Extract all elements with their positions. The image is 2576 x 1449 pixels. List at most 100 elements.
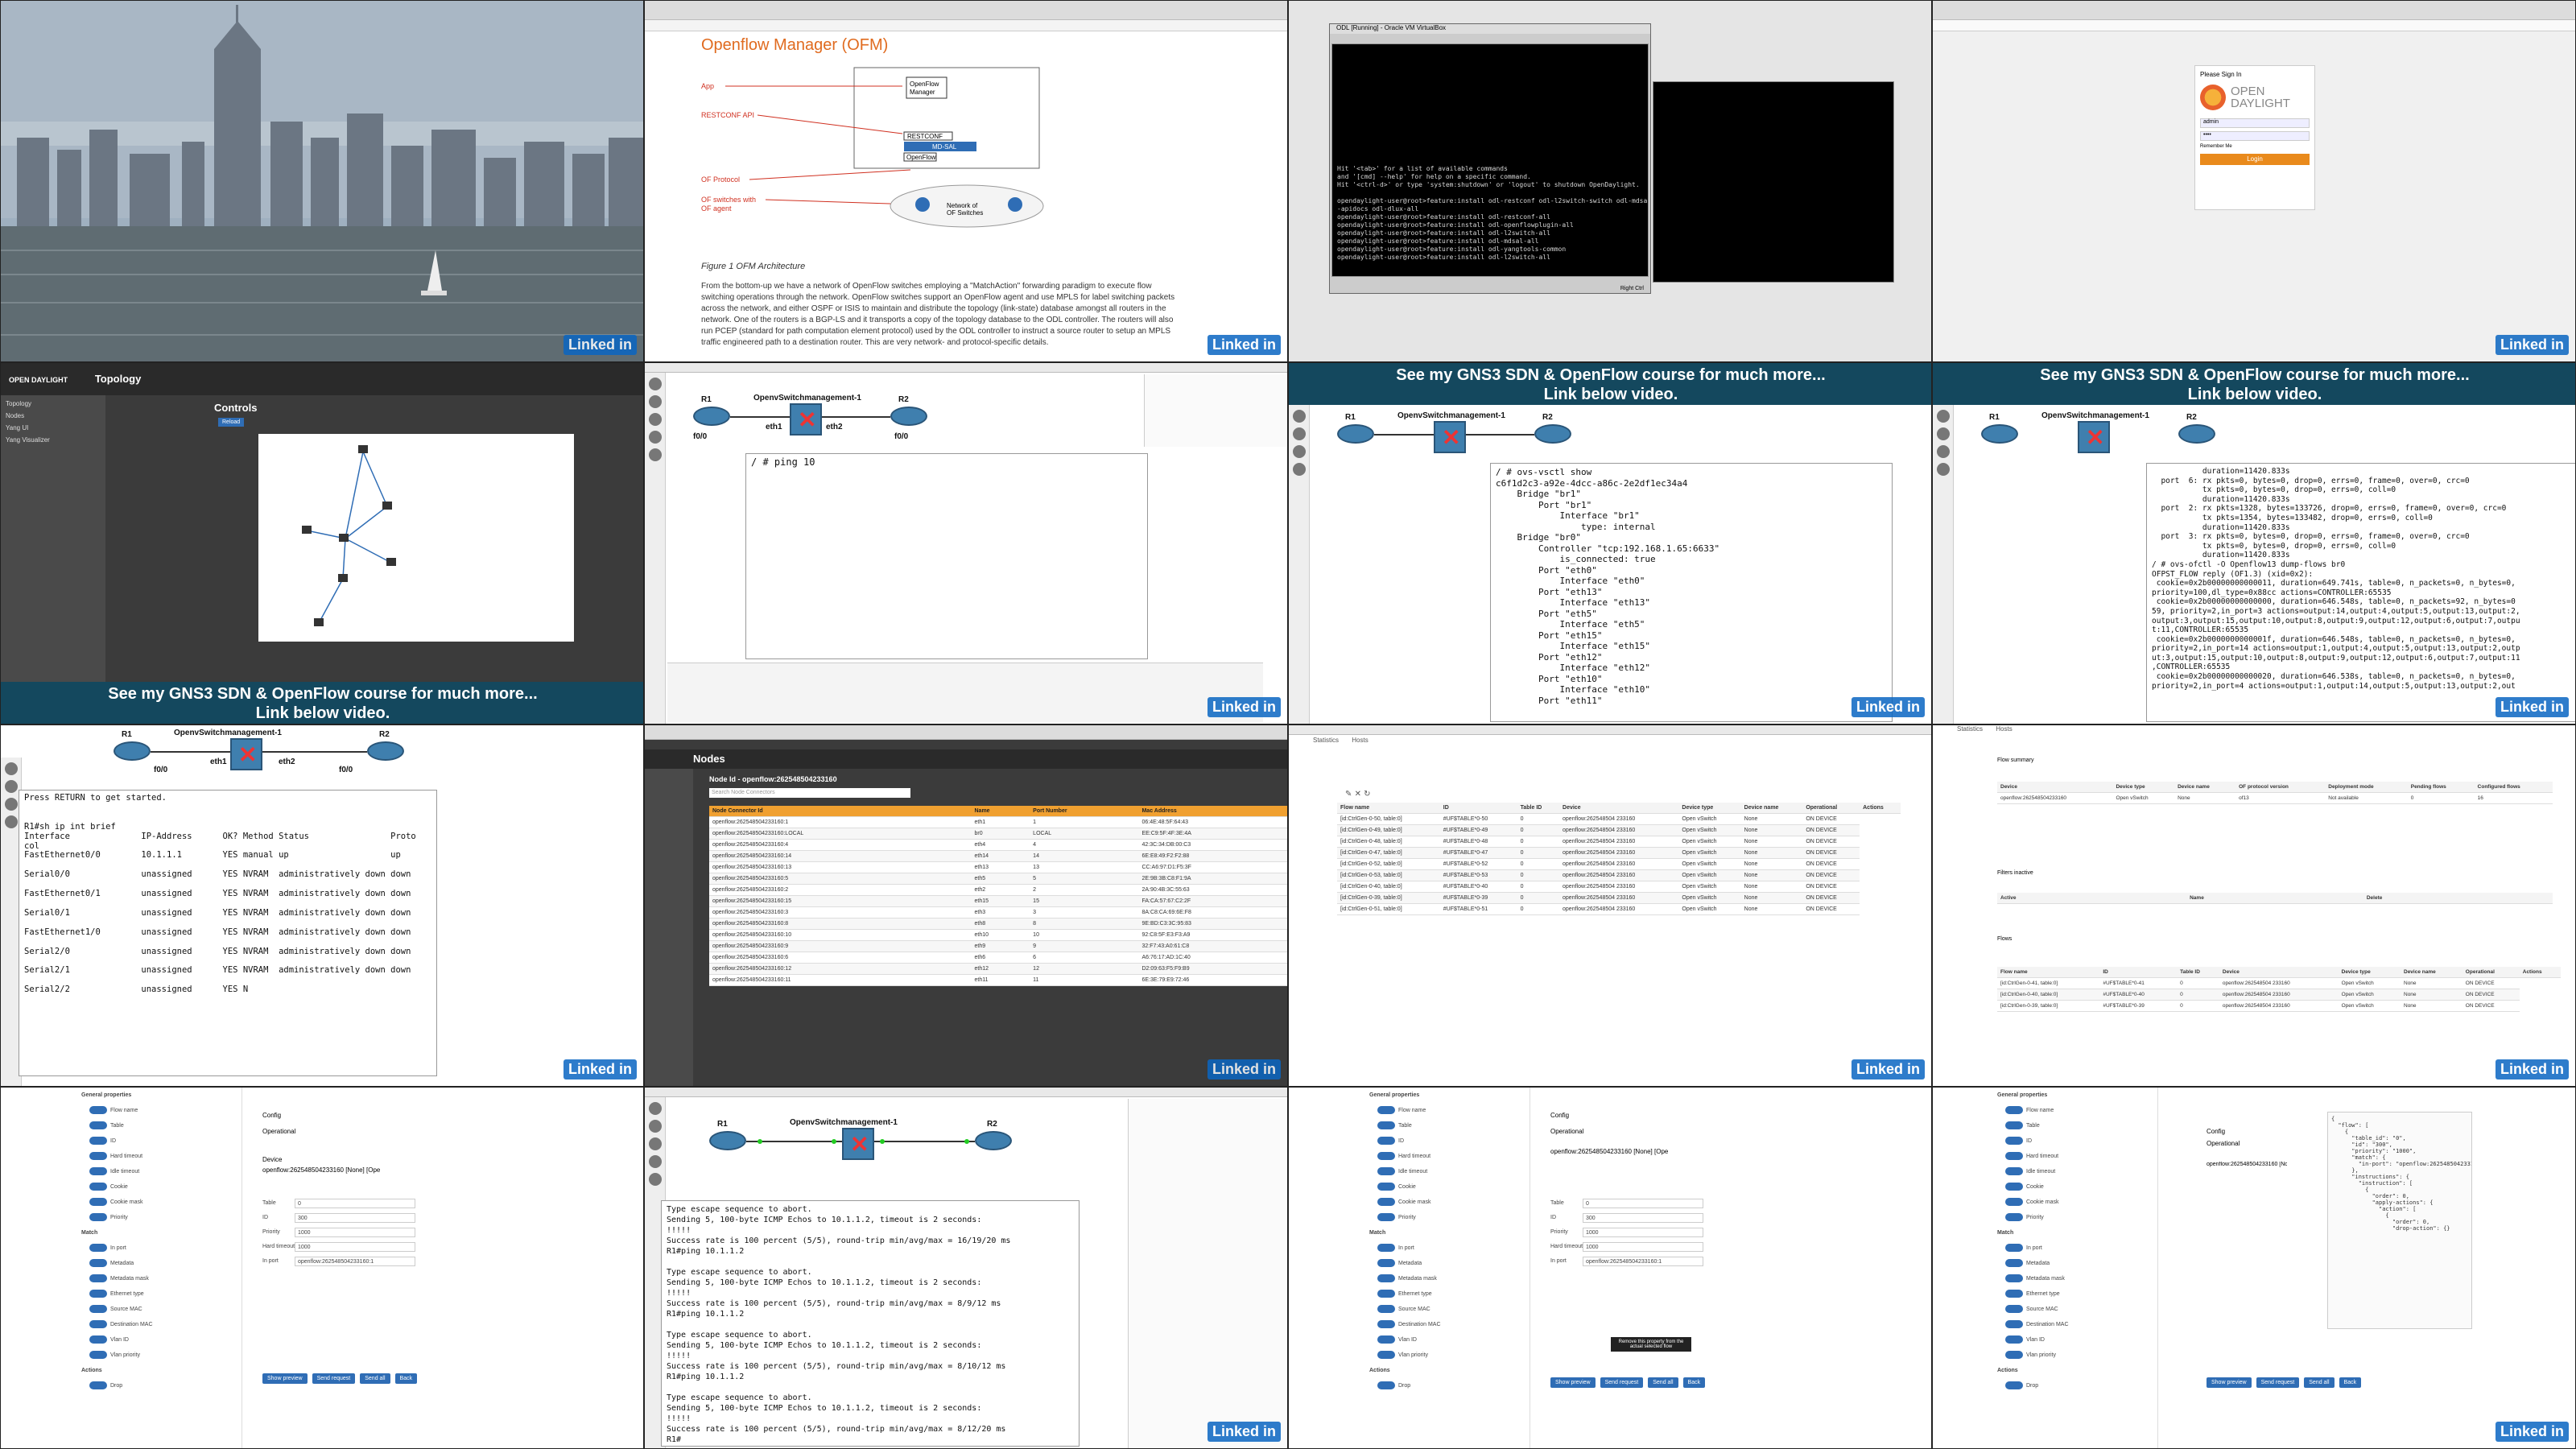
form-button[interactable]: Send all [360,1373,390,1384]
field-input[interactable]: openflow:262548504233160:1 [1583,1257,1703,1266]
column-header[interactable]: Operational [1802,803,1860,814]
property-toggle[interactable] [89,1351,107,1360]
column-header[interactable]: Device name [2401,967,2462,978]
column-header[interactable]: Port Number [1030,806,1139,817]
property-toggle[interactable] [89,1106,107,1115]
property-toggle[interactable] [2005,1305,2023,1314]
topology-nav[interactable]: Topology [95,373,142,385]
switch-console-flows[interactable]: duration=11420.833s port 6: rx pkts=0, b… [2146,463,2575,722]
column-header[interactable]: Node Connector Id [709,806,972,817]
column-header[interactable]: ID [1439,803,1517,814]
column-header[interactable]: Device [2219,967,2339,978]
router-r1[interactable] [114,741,151,761]
field-input[interactable]: 300 [1583,1213,1703,1223]
column-header[interactable]: Device type [2338,967,2401,978]
property-toggle[interactable] [1377,1244,1395,1253]
flow-row[interactable]: [id:CtrlGen-0-48, table:0] #UF$TABLE*0-48… [1337,836,1901,848]
router-r1[interactable] [1981,424,2018,444]
column-header[interactable]: Pending flows [2407,782,2475,793]
device-value[interactable]: openflow:262548504233160 [None] [Ope [1550,1148,1668,1155]
node-connector-row[interactable]: openflow:262548504233160:11 eth11 11 6E:3E:… [709,974,1287,986]
node-connector-row[interactable]: openflow:262548504233160:12 eth12 12 D2:09:… [709,963,1287,975]
column-header[interactable]: Flow name [1997,967,2100,978]
column-header[interactable]: Device type [2112,782,2175,793]
property-toggle[interactable] [2005,1198,2023,1207]
property-toggle[interactable] [89,1381,107,1390]
property-toggle[interactable] [1377,1305,1395,1314]
column-header[interactable]: Actions [2519,967,2561,978]
property-toggle[interactable] [89,1198,107,1207]
node-connector-row[interactable]: openflow:262548504233160:1 eth1 1 06:4E:48:… [709,816,1287,828]
column-header[interactable]: Device type [1678,803,1741,814]
form-button[interactable]: Send request [312,1373,356,1384]
column-header[interactable]: Configured flows [2474,782,2553,793]
topology-canvas[interactable] [258,434,574,642]
column-header[interactable]: Table ID [2177,967,2219,978]
property-toggle[interactable] [89,1137,107,1146]
column-header[interactable]: Operational [2462,967,2520,978]
form-button[interactable]: Send request [1600,1377,1644,1388]
password-field[interactable]: •••• [2200,131,2310,141]
field-input[interactable]: 1000 [295,1228,415,1237]
property-toggle[interactable] [2005,1320,2023,1329]
property-toggle[interactable] [89,1320,107,1329]
property-toggle[interactable] [1377,1121,1395,1130]
node-connector-row[interactable]: openflow:262548504233160:8 eth8 8 9E:BD:C3:… [709,918,1287,930]
property-toggle[interactable] [1377,1183,1395,1191]
flow-row[interactable]: [id:CtrlGen-0-51, table:0] #UF$TABLE*0-51… [1337,903,1901,915]
node-connector-row[interactable]: openflow:262548504233160:4 eth4 4 42:3C:34:… [709,839,1287,851]
browser-address-bar[interactable] [1933,20,2575,31]
summary-row[interactable]: openflow:262548504233160 Open vSwitch None… [1997,792,2553,804]
property-toggle[interactable] [89,1167,107,1176]
column-header[interactable]: Mac Address [1138,806,1287,817]
gns3-device-toolbar[interactable] [645,373,666,724]
property-toggle[interactable] [2005,1335,2023,1344]
flow-row[interactable]: [id:CtrlGen-0-40, table:0] #UF$TABLE*0-40… [1337,881,1901,893]
router-r1-ping-console[interactable]: Type escape sequence to abort. Sending 5… [661,1200,1080,1447]
node-connector-row[interactable]: openflow:262548504233160:6 eth6 6 A6:76:17:… [709,952,1287,964]
node-connector-row[interactable]: openflow:262548504233160:15 eth15 15 FA:CA:… [709,895,1287,907]
router-r1[interactable] [693,407,730,426]
ovs-switch[interactable] [790,403,822,436]
odl-karaf-console[interactable]: Hit '<tab>' for a list of available comm… [1331,43,1649,277]
node-connector-row[interactable]: openflow:262548504233160:13 eth13 13 CC:A6:… [709,861,1287,873]
form-button[interactable]: Back [394,1373,418,1384]
node-connector-row[interactable]: openflow:262548504233160:10 eth10 10 92:C8:… [709,929,1287,941]
property-toggle[interactable] [1377,1152,1395,1161]
property-toggle[interactable] [2005,1106,2023,1115]
ovs-switch[interactable] [2078,421,2110,453]
form-button[interactable]: Show preview [2207,1377,2252,1388]
reload-button[interactable]: Reload [218,418,245,427]
column-header[interactable]: Name [971,806,1030,817]
field-input[interactable]: 1000 [1583,1242,1703,1252]
node-connector-row[interactable]: openflow:262548504233160:14 eth14 14 6E:E8:… [709,850,1287,862]
ovs-switch[interactable] [1434,421,1466,453]
property-toggle[interactable] [2005,1213,2023,1222]
property-toggle[interactable] [1377,1274,1395,1283]
property-toggle[interactable] [1377,1320,1395,1329]
sidebar-item-topology[interactable]: Topology [6,400,101,407]
gns3-device-toolbar[interactable] [1289,405,1310,724]
flow-row[interactable]: [id:CtrlGen-0-41, table:0] #UF$TABLE*0-41… [1997,977,2561,989]
device-value[interactable]: openflow:262548504233160 [None] [Ope [2207,1162,2287,1167]
edit-icon[interactable]: ✎ [1345,790,1352,799]
property-toggle[interactable] [1377,1259,1395,1268]
property-toggle[interactable] [1377,1335,1395,1344]
flow-row[interactable]: [id:CtrlGen-0-40, table:0] #UF$TABLE*0-40… [1997,989,2561,1001]
column-header[interactable]: Delete [2363,893,2553,904]
field-input[interactable]: 300 [295,1213,415,1223]
flow-row[interactable]: [id:CtrlGen-0-53, table:0] #UF$TABLE*0-53… [1337,869,1901,881]
router-r1[interactable] [1337,424,1374,444]
refresh-icon[interactable]: ↻ [1364,790,1370,799]
flow-row[interactable]: [id:CtrlGen-0-39, table:0] #UF$TABLE*0-39… [1337,892,1901,904]
column-header[interactable]: Flow name [1337,803,1440,814]
username-field[interactable]: admin [2200,118,2310,128]
router-r2[interactable] [1534,424,1571,444]
column-header[interactable]: Deployment mode [2325,782,2408,793]
column-header[interactable]: OF protocol version [2235,782,2326,793]
column-header[interactable]: Name [2186,893,2363,904]
remember-me-checkbox[interactable]: Remember Me [2200,144,2310,149]
property-toggle[interactable] [2005,1351,2023,1360]
flow-row[interactable]: [id:CtrlGen-0-39, table:0] #UF$TABLE*0-39… [1997,1000,2561,1012]
property-toggle[interactable] [2005,1381,2023,1390]
